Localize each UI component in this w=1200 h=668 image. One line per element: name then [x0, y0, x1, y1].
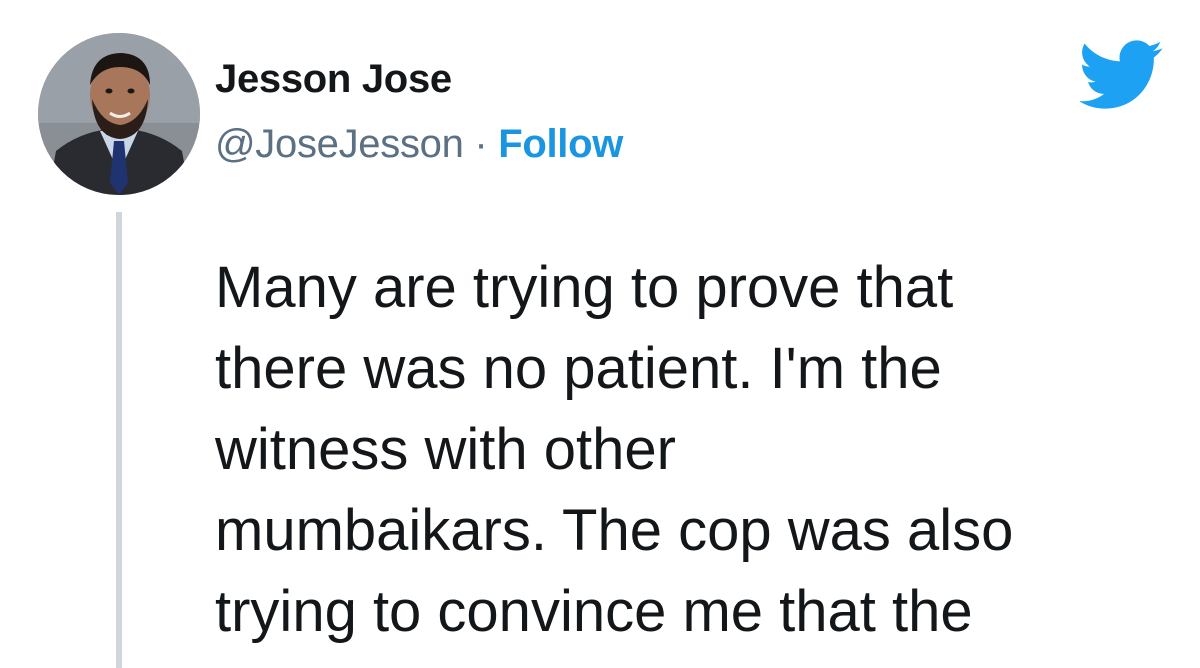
author-display-name[interactable]: Jesson Jose: [215, 57, 452, 102]
avatar[interactable]: [38, 33, 200, 195]
author-handle[interactable]: @JoseJesson: [215, 122, 464, 166]
follow-button[interactable]: Follow: [498, 122, 623, 166]
author-meta-row: @JoseJesson · Follow: [215, 122, 623, 167]
tweet-text-line: witness with other: [215, 417, 676, 482]
avatar-photo: [38, 33, 200, 195]
thread-connector-line: [116, 212, 122, 668]
twitter-bird-icon-svg: [1078, 40, 1163, 109]
tweet-text-line: trying to convince me that the: [215, 579, 973, 644]
twitter-bird-icon[interactable]: [1078, 40, 1164, 110]
tweet-body: Many are trying to prove that there was …: [215, 247, 1185, 652]
tweet-text-line: mumbaikars. The cop was also: [215, 498, 1014, 563]
tweet-text-line: Many are trying to prove that: [215, 255, 954, 320]
tweet-card: Jesson Jose @JoseJesson · Follow Many ar…: [0, 0, 1200, 668]
tweet-text-line: there was no patient. I'm the: [215, 336, 942, 401]
separator-dot: ·: [474, 122, 499, 166]
